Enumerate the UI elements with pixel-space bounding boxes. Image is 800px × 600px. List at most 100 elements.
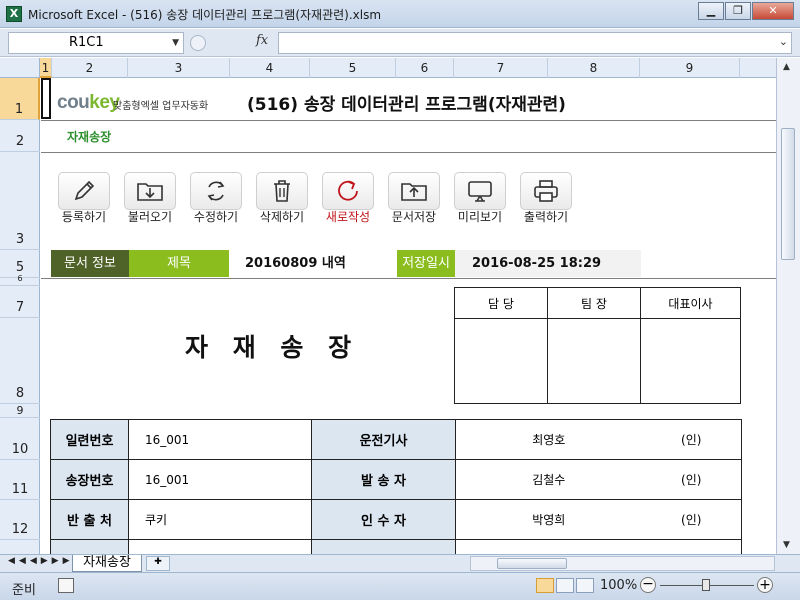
field-value[interactable]: 16_001 (128, 419, 312, 460)
approval-sign-cell[interactable] (547, 318, 641, 404)
folder-download-icon (124, 172, 176, 210)
printer-icon (520, 172, 572, 210)
formula-bar: R1C1 ▼ fx ⌄ (0, 29, 800, 57)
detail-table: 일련번호 16_001 운전기사 최영호 (인) 송장번호 16_001 발 송… (50, 419, 742, 554)
field-value[interactable]: 김철수 (455, 459, 642, 500)
row-header[interactable]: 11 (0, 460, 40, 500)
page-layout-view-icon[interactable] (556, 578, 574, 593)
sheet-tab-bar: ◀◀◀▶▶▶ 자재송장 ✚ (0, 554, 800, 572)
page-break-view-icon[interactable] (576, 578, 594, 593)
row-header[interactable]: 2 (0, 120, 40, 152)
minimize-button[interactable]: ▁ (698, 2, 724, 20)
register-button[interactable]: 등록하기 (51, 172, 117, 225)
approval-header: 팀 장 (547, 287, 641, 319)
field-label: 송장번호 (50, 459, 129, 500)
expand-formula-icon[interactable]: ⌄ (779, 35, 788, 48)
field-value[interactable]: 박영희 (455, 499, 642, 540)
table-row: 송장번호 16_001 발 송 자 김철수 (인) (50, 459, 742, 500)
row-header[interactable]: 10 (0, 418, 40, 460)
new-document-icon (322, 172, 374, 210)
scroll-down-icon[interactable]: ▼ (783, 540, 790, 550)
chevron-down-icon[interactable]: ▼ (172, 33, 179, 53)
insert-sheet-icon[interactable]: ✚ (146, 556, 170, 571)
row-header[interactable]: 8 (0, 318, 40, 404)
status-text: 준비 (12, 583, 36, 598)
doc-info-label: 문서 정보 (51, 250, 129, 277)
scroll-up-icon[interactable]: ▲ (783, 62, 790, 72)
column-header[interactable]: 1 (40, 58, 52, 78)
row-header[interactable]: 7 (0, 286, 40, 318)
saved-at-label: 저장일시 (397, 250, 455, 277)
row-header[interactable]: 1 (0, 78, 40, 120)
row-headers: 1 2 3 5 6 7 8 9 10 11 12 (0, 78, 40, 554)
load-button[interactable]: 불러오기 (117, 172, 183, 225)
zoom-slider-thumb[interactable] (702, 579, 710, 591)
refresh-icon (190, 172, 242, 210)
column-header[interactable]: 3 (128, 58, 230, 78)
column-header[interactable]: 5 (310, 58, 396, 78)
row-header[interactable]: 12 (0, 500, 40, 540)
subject-label: 제목 (129, 250, 229, 277)
column-header[interactable]: 4 (230, 58, 310, 78)
field-value[interactable] (455, 539, 642, 554)
formula-input[interactable]: ⌄ (278, 32, 792, 54)
field-value[interactable]: 쿠키 (128, 499, 312, 540)
column-header[interactable]: 2 (52, 58, 128, 78)
saved-at-value[interactable]: 2016-08-25 18:29 (455, 250, 641, 277)
divider (41, 120, 776, 121)
field-label (50, 539, 129, 554)
formula-bar-handle[interactable] (190, 35, 206, 51)
trash-icon (256, 172, 308, 210)
excel-app-icon[interactable]: X (6, 6, 22, 22)
sheet-tab[interactable]: 자재송장 (72, 555, 142, 572)
preview-button[interactable]: 미리보기 (447, 172, 513, 225)
approval-sign-cell[interactable] (454, 318, 548, 404)
form-title: 자 재 송 장 (185, 333, 360, 362)
tab-navigation-icons[interactable]: ◀◀◀▶▶▶ (8, 556, 74, 566)
row-header[interactable]: 3 (0, 152, 40, 250)
button-label: 새로작성 (325, 210, 371, 224)
button-label: 삭제하기 (259, 210, 305, 224)
column-header[interactable]: 6 (396, 58, 454, 78)
delete-button[interactable]: 삭제하기 (249, 172, 315, 225)
zoom-in-icon[interactable]: + (757, 577, 773, 593)
folder-upload-icon (388, 172, 440, 210)
scroll-thumb[interactable] (781, 128, 795, 260)
close-button[interactable]: ✕ (752, 2, 794, 20)
new-document-button[interactable]: 새로작성 (315, 172, 381, 225)
divider (41, 152, 776, 153)
print-button[interactable]: 출력하기 (513, 172, 579, 225)
macro-record-icon[interactable] (58, 578, 74, 593)
insert-function-icon[interactable]: fx (256, 33, 268, 48)
normal-view-icon[interactable] (536, 578, 554, 593)
horizontal-scrollbar[interactable] (470, 556, 775, 571)
restore-button[interactable]: ❐ (725, 2, 751, 20)
column-header[interactable]: 9 (640, 58, 740, 78)
row-header[interactable]: 6 (0, 274, 40, 286)
column-header[interactable]: 7 (454, 58, 548, 78)
name-box[interactable]: R1C1 ▼ (8, 32, 184, 54)
approval-header: 담 당 (454, 287, 548, 319)
field-value[interactable]: 16_001 (128, 459, 312, 500)
select-all-corner[interactable] (0, 58, 40, 78)
divider (41, 278, 776, 279)
button-label: 불러오기 (127, 210, 173, 224)
worksheet[interactable]: coukey 맞춤형엑셀 업무자동화 (516) 송장 데이터관리 프로그램(자… (41, 78, 776, 554)
approval-sign-cell[interactable] (640, 318, 741, 404)
subject-value[interactable]: 20160809 내역 (245, 250, 346, 277)
row-header[interactable]: 9 (0, 404, 40, 418)
edit-button[interactable]: 수정하기 (183, 172, 249, 225)
zoom-out-icon[interactable]: − (640, 577, 656, 593)
button-label: 문서저장 (391, 210, 437, 224)
row-header[interactable] (0, 540, 40, 554)
zoom-level[interactable]: 100% (600, 578, 637, 593)
column-header[interactable]: 8 (548, 58, 640, 78)
field-value[interactable]: 최영호 (455, 419, 642, 460)
approval-header: 대표이사 (640, 287, 741, 319)
save-document-button[interactable]: 문서저장 (381, 172, 447, 225)
vertical-scrollbar[interactable]: ▲ ▼ (776, 58, 800, 554)
field-label: 운전기사 (311, 419, 456, 460)
document-info-row: 문서 정보 제목 20160809 내역 저장일시 2016-08-25 18:… (51, 250, 776, 277)
scroll-thumb[interactable] (497, 558, 567, 569)
field-value[interactable] (128, 539, 312, 554)
